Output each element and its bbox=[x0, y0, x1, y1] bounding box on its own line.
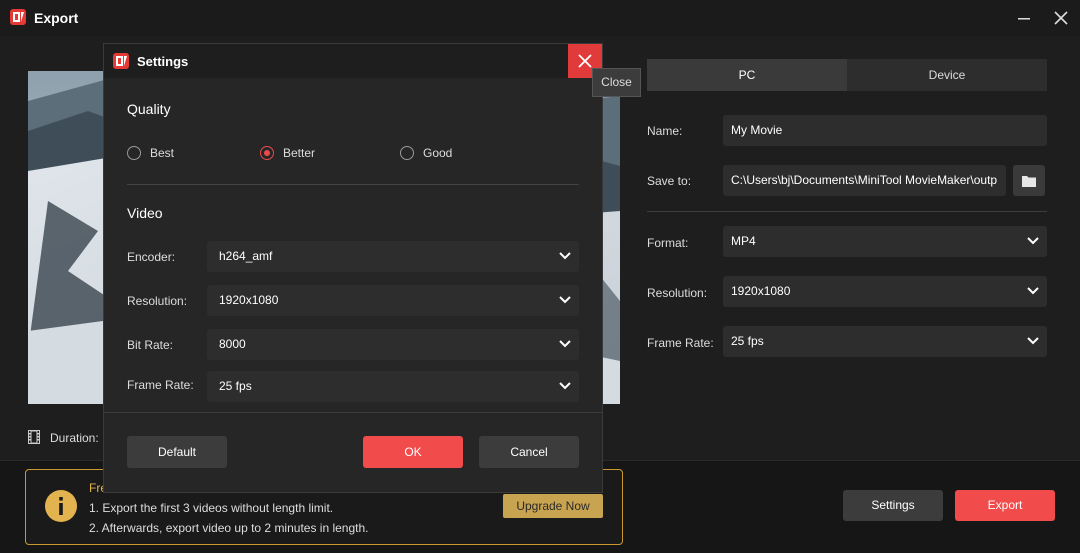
dialog-title: Settings bbox=[137, 54, 189, 69]
frame-rate-select[interactable]: 25 fps bbox=[723, 326, 1047, 357]
radio-label: Best bbox=[150, 146, 175, 160]
format-label: Format: bbox=[647, 236, 689, 250]
cancel-button[interactable]: Cancel bbox=[479, 436, 579, 468]
dialog-frame-rate-label: Frame Rate: bbox=[127, 378, 194, 392]
dialog-frame-rate-select[interactable]: 25 fps bbox=[207, 371, 579, 402]
app-logo-icon bbox=[10, 9, 26, 25]
name-label: Name: bbox=[647, 124, 683, 138]
dialog-resolution-label: Resolution: bbox=[127, 294, 188, 308]
film-icon bbox=[28, 430, 40, 444]
name-input[interactable]: My Movie bbox=[723, 115, 1047, 146]
close-tooltip: Close bbox=[592, 68, 641, 97]
tab-device[interactable]: Device bbox=[847, 59, 1047, 91]
chevron-down-icon bbox=[1027, 337, 1039, 345]
radio-label: Better bbox=[283, 146, 316, 160]
resolution-value: 1920x1080 bbox=[731, 284, 791, 298]
info-icon bbox=[45, 490, 77, 522]
minimize-button[interactable] bbox=[1013, 7, 1035, 29]
bitrate-select[interactable]: 8000 bbox=[207, 329, 579, 360]
radio-label: Good bbox=[423, 146, 453, 160]
upgrade-now-button[interactable]: Upgrade Now bbox=[503, 494, 603, 518]
format-value: MP4 bbox=[731, 234, 756, 248]
radio-button[interactable] bbox=[127, 146, 141, 160]
chevron-down-icon bbox=[559, 296, 571, 304]
dialog-footer-divider bbox=[104, 412, 602, 413]
window-close-button[interactable] bbox=[1050, 7, 1072, 29]
resolution-select[interactable]: 1920x1080 bbox=[723, 276, 1047, 307]
radio-button-checked[interactable] bbox=[260, 146, 274, 160]
app-logo-icon bbox=[113, 53, 129, 69]
tab-pc[interactable]: PC bbox=[647, 59, 847, 91]
radio-button[interactable] bbox=[400, 146, 414, 160]
dialog-title-bar: Settings bbox=[104, 44, 602, 78]
encoder-value: h264_amf bbox=[219, 249, 273, 263]
format-select[interactable]: MP4 bbox=[723, 226, 1047, 257]
save-to-label: Save to: bbox=[647, 174, 692, 188]
chevron-down-icon bbox=[559, 382, 571, 390]
dialog-frame-rate-value: 25 fps bbox=[219, 379, 252, 393]
bitrate-label: Bit Rate: bbox=[127, 338, 174, 352]
window-title: Export bbox=[34, 10, 79, 26]
form-divider bbox=[647, 211, 1047, 212]
encoder-select[interactable]: h264_amf bbox=[207, 241, 579, 272]
chevron-down-icon bbox=[559, 340, 571, 348]
chevron-down-icon bbox=[1027, 237, 1039, 245]
info-line-2: 2. Afterwards, export video up to 2 minu… bbox=[89, 521, 369, 535]
minimize-icon bbox=[1018, 18, 1030, 20]
info-line-1: 1. Export the first 3 videos without len… bbox=[89, 501, 334, 515]
frame-rate-value: 25 fps bbox=[731, 334, 764, 348]
dialog-resolution-select[interactable]: 1920x1080 bbox=[207, 285, 579, 316]
frame-rate-label: Frame Rate: bbox=[647, 336, 714, 350]
encoder-label: Encoder: bbox=[127, 250, 176, 264]
bitrate-value: 8000 bbox=[219, 337, 246, 351]
video-section-title: Video bbox=[127, 205, 163, 221]
title-bar: Export bbox=[0, 0, 1080, 36]
settings-button[interactable]: Settings bbox=[843, 490, 943, 521]
close-icon bbox=[578, 54, 592, 68]
duration-label: Duration: bbox=[50, 431, 99, 445]
target-tabs: PC Device bbox=[647, 59, 1047, 91]
chevron-down-icon bbox=[559, 252, 571, 260]
save-to-input[interactable]: C:\Users\bj\Documents\MiniTool MovieMake… bbox=[723, 165, 1006, 196]
quality-divider bbox=[127, 184, 579, 185]
default-button[interactable]: Default bbox=[127, 436, 227, 468]
chevron-down-icon bbox=[1027, 287, 1039, 295]
resolution-label: Resolution: bbox=[647, 286, 708, 300]
export-button[interactable]: Export bbox=[955, 490, 1055, 521]
browse-folder-button[interactable] bbox=[1013, 165, 1045, 196]
settings-dialog: Settings Quality Best Better Good Video … bbox=[103, 43, 603, 493]
quality-section-title: Quality bbox=[127, 101, 171, 117]
folder-icon bbox=[1022, 176, 1036, 187]
close-icon bbox=[1054, 11, 1068, 25]
ok-button[interactable]: OK bbox=[363, 436, 463, 468]
dialog-resolution-value: 1920x1080 bbox=[219, 293, 279, 307]
